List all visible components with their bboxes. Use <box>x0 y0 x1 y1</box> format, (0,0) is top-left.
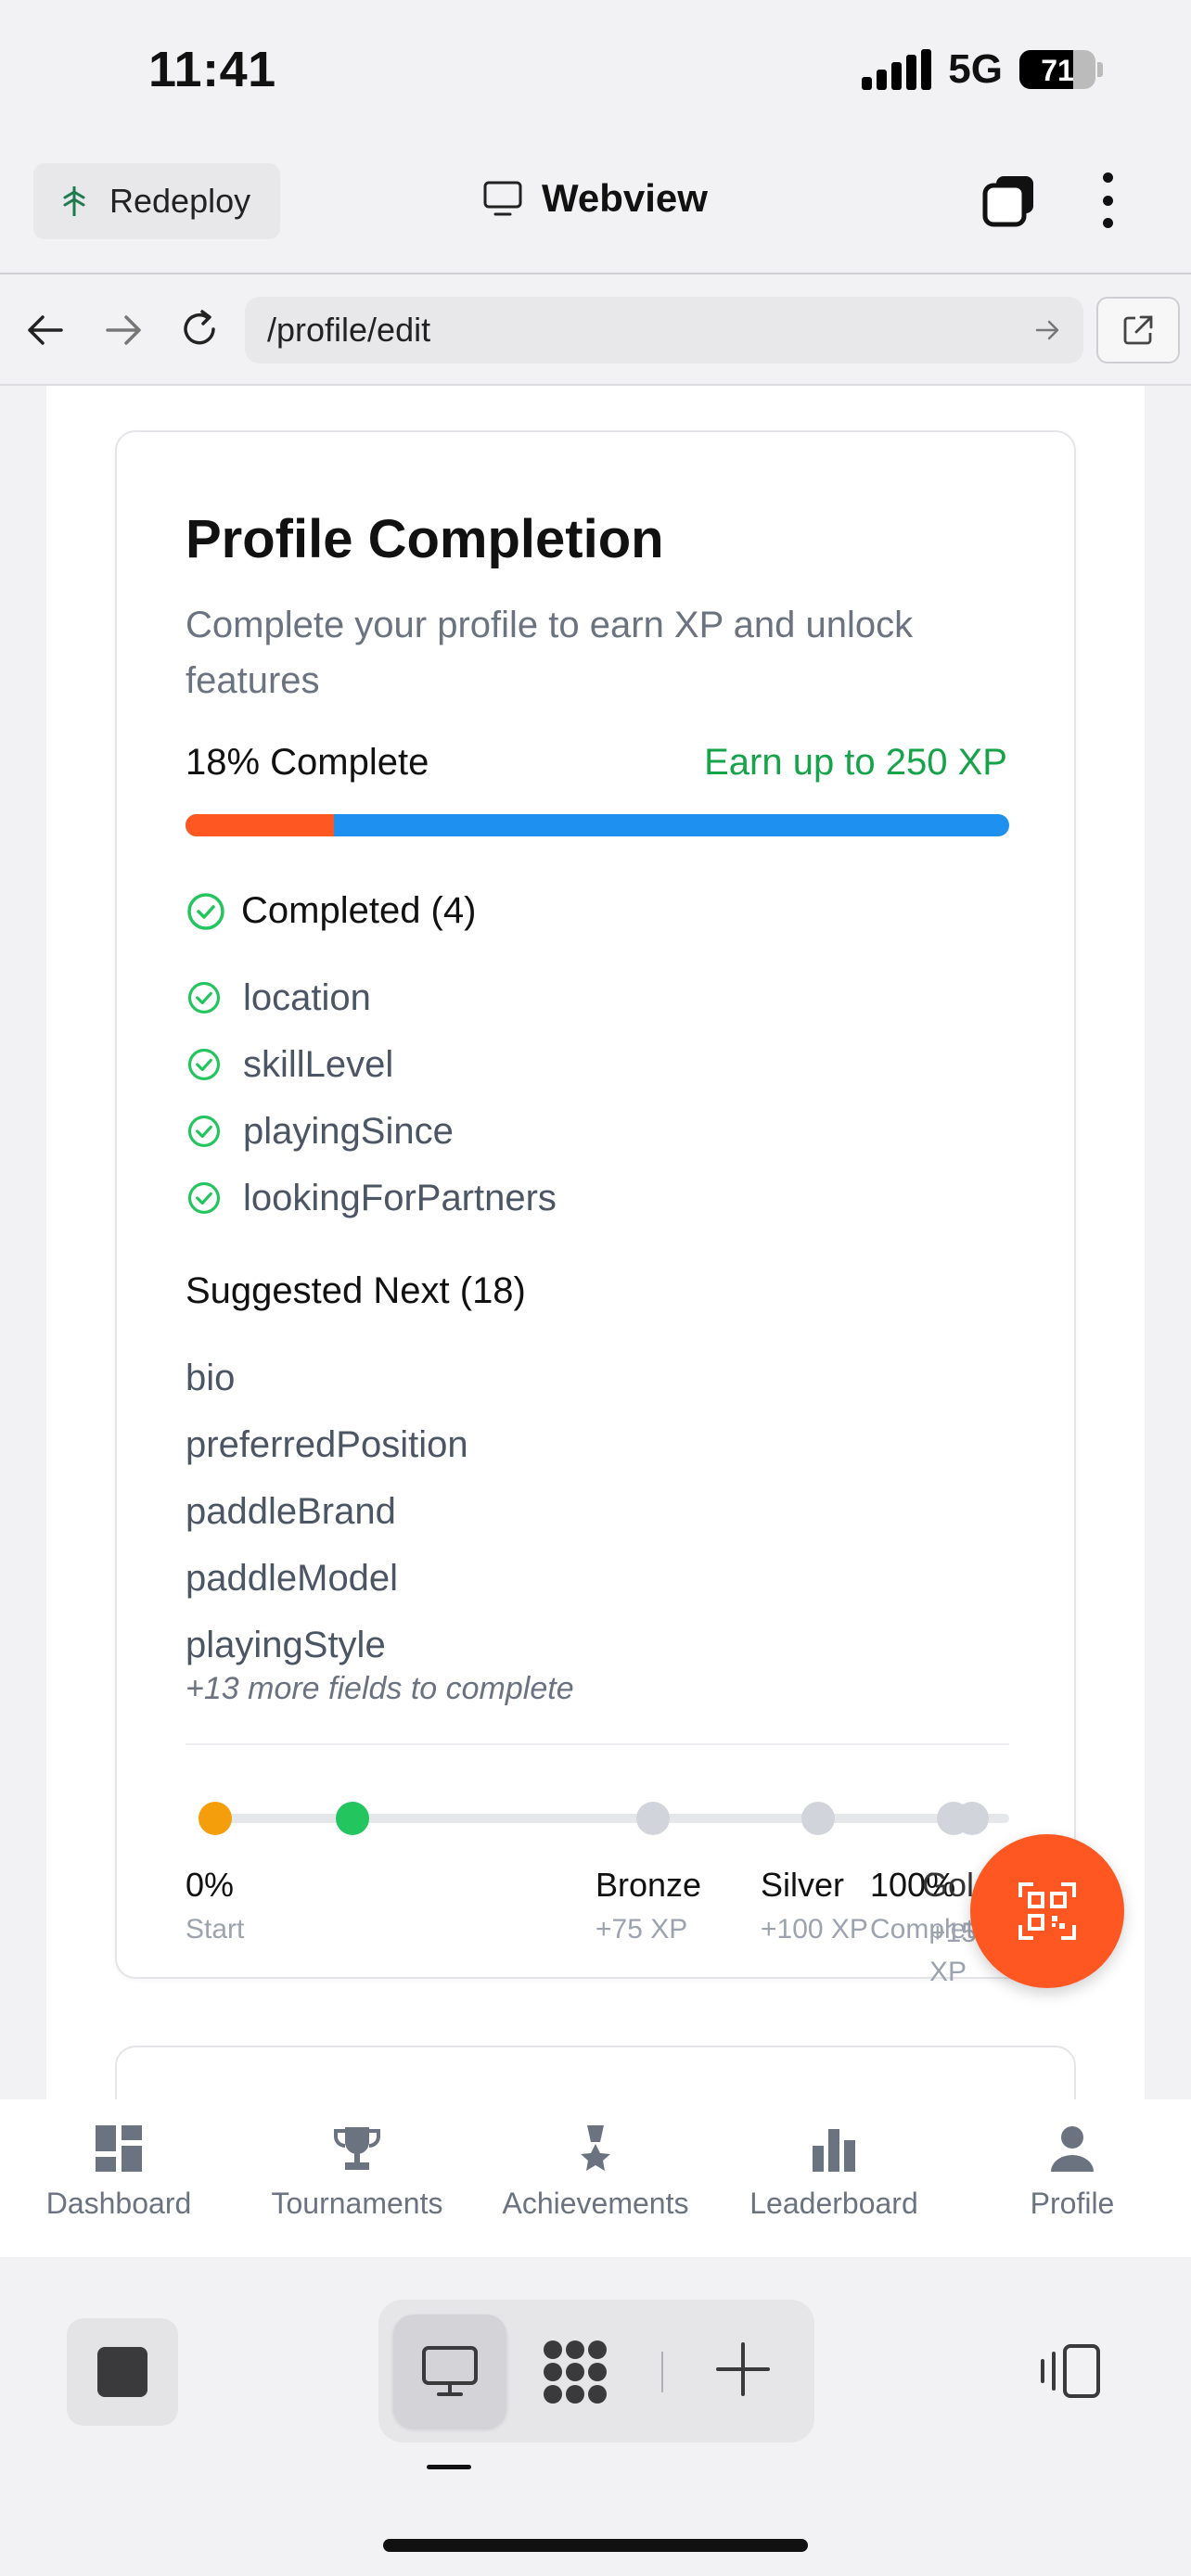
suggested-field[interactable]: bio <box>186 1345 468 1411</box>
bar-chart-icon <box>813 2129 855 2172</box>
forward-arrow-icon[interactable] <box>102 310 145 355</box>
milestone-sub: +100 XP <box>761 1914 868 1945</box>
more-menu-icon[interactable] <box>1096 172 1119 228</box>
tab-label: Achievements <box>502 2187 689 2220</box>
webview-title-label: Webview <box>542 176 708 220</box>
monitor-icon <box>422 2346 478 2396</box>
monitor-icon <box>483 181 522 216</box>
redeploy-button[interactable]: Redeploy <box>33 163 280 239</box>
redeploy-label: Redeploy <box>109 182 251 220</box>
milestone-dot-silver <box>801 1802 835 1835</box>
home-indicator <box>383 2539 808 2552</box>
suggested-list: bio preferredPosition paddleBrand paddle… <box>186 1345 468 1678</box>
completed-heading-label: Completed (4) <box>241 890 477 931</box>
card-subtitle: Complete your profile to earn XP and unl… <box>186 605 914 701</box>
milestone-sub: +75 XP <box>596 1914 688 1945</box>
battery-level: 71 <box>1041 54 1074 87</box>
suggested-field[interactable]: paddleModel <box>186 1545 468 1612</box>
add-icon[interactable] <box>714 2340 772 2403</box>
header-divider <box>0 273 1191 274</box>
list-item: lookingForPartners <box>186 1165 557 1231</box>
tab-profile[interactable]: Profile <box>954 2123 1191 2221</box>
check-circle-icon <box>187 1115 221 1148</box>
url-text: /profile/edit <box>267 311 431 349</box>
tab-leaderboard[interactable]: Leaderboard <box>715 2123 953 2221</box>
external-link-icon <box>1123 315 1153 345</box>
person-icon <box>1051 2126 1094 2172</box>
suggested-field[interactable]: paddleBrand <box>186 1478 468 1545</box>
milestone-sub: Start <box>186 1914 245 1945</box>
list-item: playingSince <box>186 1098 557 1165</box>
check-circle-icon <box>187 981 221 1014</box>
status-time: 11:41 <box>148 42 276 97</box>
tree-icon <box>63 186 85 216</box>
list-item: location <box>186 964 557 1031</box>
list-item: skillLevel <box>186 1031 557 1098</box>
page-container: Profile Completion Complete your profile… <box>46 386 1145 2099</box>
milestone-dot-start <box>198 1802 232 1835</box>
medal-icon <box>581 2125 610 2171</box>
qr-code-icon <box>1018 1882 1076 1940</box>
milestone-dot-bronze <box>636 1802 670 1835</box>
check-circle-icon <box>187 892 224 930</box>
trophy-icon <box>334 2127 380 2170</box>
tab-achievements[interactable]: Achievements <box>477 2123 714 2221</box>
xp-reward: Earn up to 250 XP <box>704 742 1007 783</box>
completed-heading: Completed (4) <box>186 890 476 932</box>
apps-grid-icon[interactable] <box>540 2337 610 2412</box>
open-external-button[interactable] <box>1096 297 1180 363</box>
tab-label: Profile <box>1030 2187 1115 2220</box>
tabs-icon[interactable] <box>981 172 1037 233</box>
go-arrow-icon[interactable] <box>1033 317 1061 343</box>
completed-field: playingSince <box>243 1110 454 1152</box>
completed-field: location <box>243 976 371 1018</box>
milestone-dot-gold <box>955 1802 989 1835</box>
progress-fill <box>186 814 334 836</box>
tab-label: Dashboard <box>45 2187 192 2220</box>
tab-tournaments[interactable]: Tournaments <box>238 2123 476 2221</box>
stop-icon <box>97 2347 147 2397</box>
network-type: 5G <box>948 46 1003 92</box>
qr-scan-button[interactable] <box>970 1834 1124 1988</box>
suggested-field[interactable]: playingStyle <box>186 1612 468 1678</box>
webview-mode-button[interactable] <box>393 2315 506 2428</box>
dashboard-icon <box>96 2125 142 2172</box>
split-view-icon[interactable] <box>1037 2342 1102 2404</box>
stop-button[interactable] <box>67 2318 178 2426</box>
card-title: Profile Completion <box>186 509 664 569</box>
check-circle-icon <box>187 1181 221 1215</box>
suggested-field[interactable]: preferredPosition <box>186 1411 468 1478</box>
status-indicators: 5G 71 <box>862 46 1103 93</box>
tab-label: Leaderboard <box>749 2187 918 2220</box>
tab-dashboard[interactable]: Dashboard <box>0 2123 237 2221</box>
segment-divider <box>661 2352 663 2392</box>
milestone-dot-current <box>336 1802 369 1835</box>
milestone-label: Silver <box>761 1866 845 1904</box>
completion-progress-bar <box>186 814 1009 836</box>
completed-list: location skillLevel playingSince looking… <box>186 964 557 1231</box>
milestone-label: 0% <box>186 1866 235 1904</box>
back-arrow-icon[interactable] <box>24 310 67 355</box>
webview-title: Webview <box>482 176 708 221</box>
profile-completion-card: Profile Completion Complete your profile… <box>115 430 1076 1987</box>
active-indicator <box>427 2465 471 2469</box>
completed-field: skillLevel <box>243 1043 394 1085</box>
suggested-heading: Suggested Next (18) <box>186 1270 526 1311</box>
completed-field: lookingForPartners <box>243 1177 557 1218</box>
url-input[interactable]: /profile/edit <box>245 297 1083 363</box>
more-fields-note: +13 more fields to complete <box>186 1671 574 1706</box>
check-circle-icon <box>187 1048 221 1081</box>
signal-icon <box>862 49 932 90</box>
milestone-track <box>204 1814 1009 1823</box>
tab-label: Tournaments <box>271 2187 443 2220</box>
completion-percent: 18% Complete <box>186 742 429 783</box>
battery-icon: 71 <box>1019 50 1095 89</box>
reload-icon[interactable] <box>176 306 223 357</box>
next-card <box>115 2046 1076 2099</box>
card-divider <box>186 1743 1009 1745</box>
milestone-label: Bronze <box>596 1866 702 1904</box>
